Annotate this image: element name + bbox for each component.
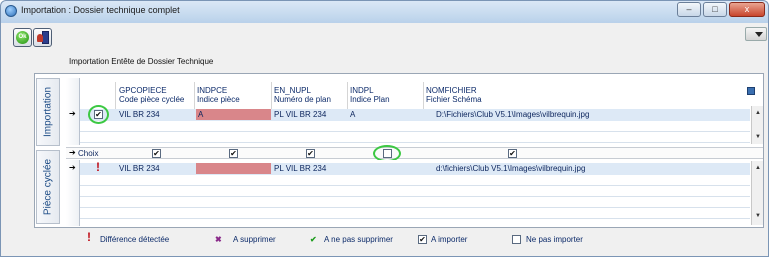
window-title: Importation : Dossier technique complet [21, 5, 180, 15]
legend-importer: A importer [431, 235, 468, 244]
choix-checkbox[interactable]: ✔ [508, 149, 517, 158]
column-header-label: Indice Plan [350, 95, 390, 104]
exit-door-icon [37, 31, 49, 44]
cell-fichier: D:\Fichiers\Club V5.1\Images\vilbrequin.… [436, 110, 590, 119]
import-checkbox[interactable]: ✔ [94, 110, 103, 119]
no-import-box-icon [512, 235, 521, 244]
difference-icon: ! [87, 230, 91, 244]
cell-indice-piece [196, 163, 271, 174]
scroll-up-icon[interactable]: ▲ [753, 163, 763, 173]
empty-row [80, 175, 750, 186]
minimize-button[interactable]: – [677, 2, 701, 17]
legend-difference: Différence détectée [100, 235, 170, 244]
row-pointer-icon: ➔ [69, 109, 76, 118]
empty-row [80, 186, 750, 197]
cell-numero-plan: PL VIL BR 234 [274, 164, 327, 173]
choix-checkbox[interactable]: ✔ [306, 149, 315, 158]
delete-icon: ✖ [215, 235, 222, 244]
scroll-up-icon[interactable]: ▲ [753, 108, 763, 118]
tab-importation-label: Importation [42, 86, 54, 138]
scroll-down-icon[interactable]: ▼ [753, 132, 763, 142]
cell-numero-plan: PL VIL BR 234 [274, 110, 327, 119]
dropdown-arrow-icon [755, 32, 763, 37]
quit-button[interactable] [33, 28, 52, 47]
close-button[interactable]: x [729, 2, 765, 17]
tab-importation[interactable]: Importation [36, 78, 60, 146]
empty-row [80, 132, 750, 143]
cell-code: VIL BR 234 [119, 110, 160, 119]
choix-checkbox[interactable]: ✔ [152, 149, 161, 158]
column-header-label: Indice pièce [197, 95, 240, 104]
column-header-label: Fichier Schéma [426, 95, 482, 104]
legend-ne-pas-importer: Ne pas importer [526, 235, 583, 244]
app-icon [5, 5, 17, 17]
import-check-icon: ✔ [418, 235, 427, 244]
tab-piece-cyclee[interactable]: Pièce cyclée [36, 150, 60, 224]
column-header-label: Numéro de plan [274, 95, 331, 104]
empty-row [80, 208, 750, 219]
cell-code: VIL BR 234 [119, 164, 160, 173]
empty-row [80, 121, 750, 132]
choix-label: Choix [78, 149, 99, 158]
ok-button[interactable]: Ok [13, 28, 32, 47]
cell-fichier: d:\fichiers\Club V5.1\Images\vilbrequin.… [436, 164, 586, 173]
piece-scrollbar[interactable]: ▲ ▼ [751, 161, 763, 225]
choix-row [66, 147, 763, 159]
table-row[interactable] [80, 163, 750, 175]
legend-ne-pas-supprimer: A ne pas supprimer [324, 235, 393, 244]
empty-row [80, 197, 750, 208]
choix-checkbox[interactable] [383, 149, 392, 158]
ok-icon: Ok [16, 31, 29, 44]
keep-check-icon: ✔ [310, 235, 317, 244]
cell-indice-plan: A [350, 110, 356, 119]
legend-supprimer: A supprimer [233, 235, 276, 244]
column-settings-icon[interactable] [747, 87, 755, 95]
panel-menu-button[interactable] [745, 27, 767, 41]
choix-pointer-icon: ➔ [69, 148, 76, 157]
table-row[interactable] [80, 109, 750, 121]
difference-alert-icon: ! [96, 160, 100, 174]
tab-piece-cyclee-label: Pièce cyclée [42, 158, 54, 216]
maximize-button[interactable]: □ [703, 2, 727, 17]
choix-checkbox[interactable]: ✔ [229, 149, 238, 158]
section-title: Importation Entête de Dossier Technique [69, 57, 214, 66]
import-scrollbar[interactable]: ▲ ▼ [751, 106, 763, 144]
column-header-label: Code pièce cyclée [119, 95, 185, 104]
cell-indice-piece: A [196, 109, 271, 120]
scroll-down-icon[interactable]: ▼ [753, 211, 763, 221]
row-pointer-icon: ➔ [69, 163, 76, 172]
